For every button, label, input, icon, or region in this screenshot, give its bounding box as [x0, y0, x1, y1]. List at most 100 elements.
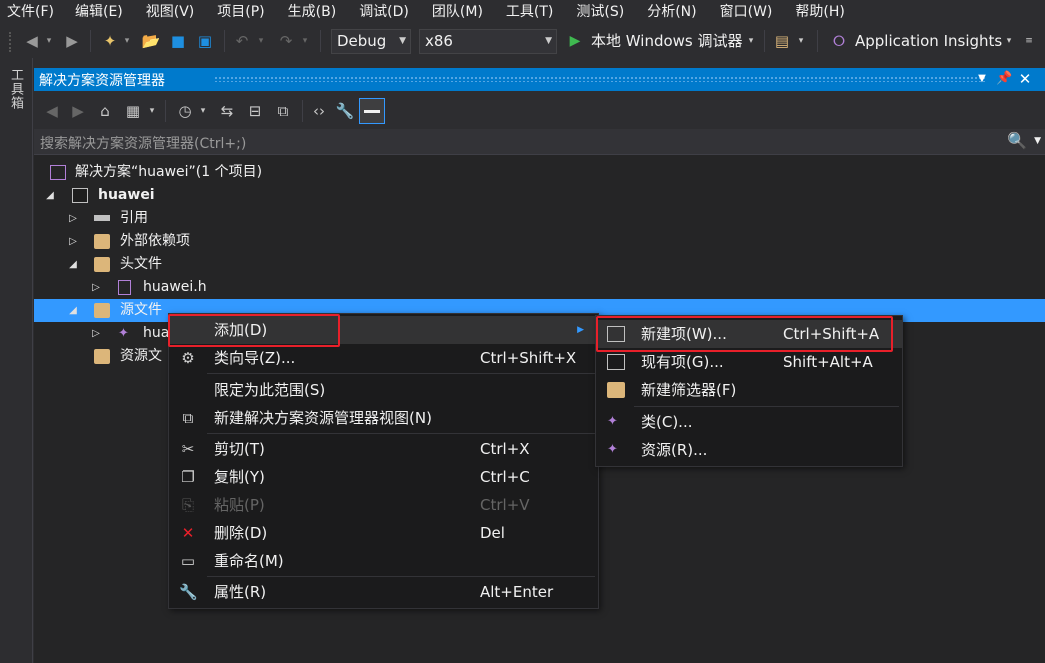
search-box[interactable]: 搜索解决方案资源管理器(Ctrl+;) 🔍 ▼: [34, 129, 1045, 155]
view-code-icon[interactable]: ‹›: [308, 100, 330, 122]
toolbar-separator: [165, 100, 166, 122]
project-label: huawei: [98, 187, 155, 203]
context-menu-rename[interactable]: ▭ 重命名(M): [169, 547, 598, 575]
menu-team[interactable]: 团队(M): [409, 0, 483, 24]
menu-build[interactable]: 生成(B): [265, 0, 337, 24]
menu-item-label: 删除(D): [214, 524, 268, 542]
find-dropdown-icon[interactable]: ▾: [796, 30, 806, 52]
resource-icon: ✦: [607, 442, 618, 457]
collapsed-arrow-icon[interactable]: ▷: [90, 322, 102, 345]
rename-icon: ▭: [180, 552, 196, 570]
save-icon[interactable]: ■: [168, 30, 188, 52]
back-icon[interactable]: ◀: [42, 100, 62, 122]
panel-title-bar[interactable]: 解决方案资源管理器 ▼ 📌 ✕: [34, 68, 1045, 91]
menu-item-shortcut: Ctrl+C: [480, 468, 530, 486]
redo-icon[interactable]: ↷: [276, 30, 296, 52]
close-icon[interactable]: ✕: [1017, 70, 1033, 88]
context-menu-properties[interactable]: 🔧 属性(R) Alt+Enter: [169, 578, 598, 606]
search-options-dropdown-icon[interactable]: ▼: [1034, 136, 1041, 146]
menu-test[interactable]: 测试(S): [553, 0, 624, 24]
submenu-class[interactable]: ✦ 类(C)...: [596, 408, 902, 436]
scissors-icon: ✂: [181, 440, 195, 458]
menu-window[interactable]: 窗口(W): [697, 0, 773, 24]
submenu-new-filter[interactable]: 新建筛选器(F): [596, 376, 902, 404]
collapse-all-icon[interactable]: ⊟: [244, 100, 266, 122]
switch-views-dropdown-icon[interactable]: ▾: [147, 100, 157, 122]
toolbox-label: 工具箱: [8, 68, 23, 110]
forward-icon[interactable]: ▶: [62, 30, 82, 52]
new-project-icon[interactable]: ✦: [100, 30, 120, 52]
expanded-arrow-icon[interactable]: ◢: [67, 253, 79, 276]
menu-file[interactable]: 文件(F): [0, 0, 54, 24]
toolbox-tab[interactable]: 工具箱: [0, 58, 33, 663]
context-menu-scope-to-this[interactable]: 限定为此范围(S): [169, 376, 598, 404]
undo-dropdown-icon[interactable]: ▾: [256, 30, 266, 52]
save-all-icon[interactable]: ▣: [194, 30, 216, 52]
tree-item-header-file[interactable]: ▷ huawei.h: [34, 276, 1045, 299]
collapsed-arrow-icon[interactable]: ▷: [67, 207, 79, 230]
references-label: 引用: [120, 210, 148, 226]
expanded-arrow-icon[interactable]: ◢: [67, 299, 79, 322]
tree-item-header-files[interactable]: ◢ 头文件: [34, 253, 1045, 276]
tree-item-external-dependencies[interactable]: ▷ 外部依赖项: [34, 230, 1045, 253]
insights-dropdown-icon[interactable]: ▾: [1004, 30, 1014, 52]
toolbar-overflow-icon[interactable]: ≡: [1022, 30, 1036, 52]
menu-view[interactable]: 视图(V): [123, 0, 195, 24]
search-icon[interactable]: 🔍: [1007, 131, 1027, 150]
show-all-files-icon[interactable]: ⧉: [272, 100, 294, 122]
context-menu-cut[interactable]: ✂ 剪切(T) Ctrl+X: [169, 435, 598, 463]
menu-edit[interactable]: 编辑(E): [54, 0, 123, 24]
menu-separator: [207, 373, 595, 374]
back-icon[interactable]: ◀: [22, 30, 42, 52]
properties-wrench-icon[interactable]: 🔧: [334, 100, 356, 122]
context-menu-new-view[interactable]: ⧉ 新建解决方案资源管理器视图(N): [169, 404, 598, 432]
toolbar-separator: [224, 30, 225, 52]
menu-bar: 文件(F) 编辑(E) 视图(V) 项目(P) 生成(B) 调试(D) 团队(M…: [0, 0, 1045, 24]
menu-separator: [207, 576, 595, 577]
menu-item-label: 新建筛选器(F): [641, 381, 737, 399]
undo-icon[interactable]: ↶: [232, 30, 252, 52]
menu-analyze[interactable]: 分析(N): [624, 0, 696, 24]
menu-item-label: 复制(Y): [214, 468, 265, 486]
new-project-dropdown-icon[interactable]: ▾: [122, 30, 132, 52]
forward-icon[interactable]: ▶: [68, 100, 88, 122]
context-menu-copy[interactable]: ❐ 复制(Y) Ctrl+C: [169, 463, 598, 491]
window-position-icon[interactable]: ▼: [974, 70, 990, 88]
collapsed-arrow-icon[interactable]: ▷: [90, 276, 102, 299]
find-in-files-icon[interactable]: ▤: [772, 30, 792, 52]
tree-item-references[interactable]: ▷ 引用: [34, 207, 1045, 230]
platform-select[interactable]: x86 ▼: [419, 29, 557, 54]
home-icon[interactable]: ⌂: [94, 100, 116, 122]
pending-changes-filter-icon[interactable]: ◷: [174, 100, 196, 122]
pin-icon[interactable]: 📌: [996, 70, 1012, 88]
lightbulb-icon[interactable]: ⭘: [830, 30, 848, 52]
debugger-dropdown-icon[interactable]: ▾: [746, 30, 756, 52]
tree-item-solution[interactable]: 解决方案“huawei”(1 个项目): [34, 161, 1045, 184]
sync-icon[interactable]: ⇆: [216, 100, 238, 122]
play-icon[interactable]: ▶: [566, 30, 584, 52]
filter-dropdown-icon[interactable]: ▾: [198, 100, 208, 122]
open-folder-icon[interactable]: 📂: [140, 30, 162, 52]
preview-selected-button[interactable]: [359, 98, 385, 124]
switch-views-icon[interactable]: ▦: [122, 100, 144, 122]
context-menu-delete[interactable]: ✕ 删除(D) Del: [169, 519, 598, 547]
application-insights-button[interactable]: Application Insights: [855, 30, 1002, 52]
configuration-select[interactable]: Debug ▼: [331, 29, 411, 54]
chevron-down-icon: ▼: [545, 36, 552, 46]
collapsed-arrow-icon[interactable]: ▷: [67, 230, 79, 253]
search-input[interactable]: 搜索解决方案资源管理器(Ctrl+;): [40, 133, 246, 153]
tree-item-project[interactable]: ◢ huawei: [34, 184, 1045, 207]
context-menu-paste[interactable]: ⎘ 粘贴(P) Ctrl+V: [169, 491, 598, 519]
submenu-resource[interactable]: ✦ 资源(R)...: [596, 436, 902, 464]
menu-help[interactable]: 帮助(H): [772, 0, 844, 24]
submenu-existing-item[interactable]: 现有项(G)... Shift+Alt+A: [596, 348, 902, 376]
menu-project[interactable]: 项目(P): [194, 0, 264, 24]
redo-dropdown-icon[interactable]: ▾: [300, 30, 310, 52]
menu-tools[interactable]: 工具(T): [483, 0, 553, 24]
context-menu-class-wizard[interactable]: ⚙ 类向导(Z)... Ctrl+Shift+X: [169, 344, 598, 372]
back-dropdown-icon[interactable]: ▾: [44, 30, 54, 52]
toolbar-grip[interactable]: [9, 32, 13, 52]
start-debugging-button[interactable]: 本地 Windows 调试器: [591, 30, 743, 52]
expanded-arrow-icon[interactable]: ◢: [44, 184, 56, 207]
menu-debug[interactable]: 调试(D): [336, 0, 409, 24]
